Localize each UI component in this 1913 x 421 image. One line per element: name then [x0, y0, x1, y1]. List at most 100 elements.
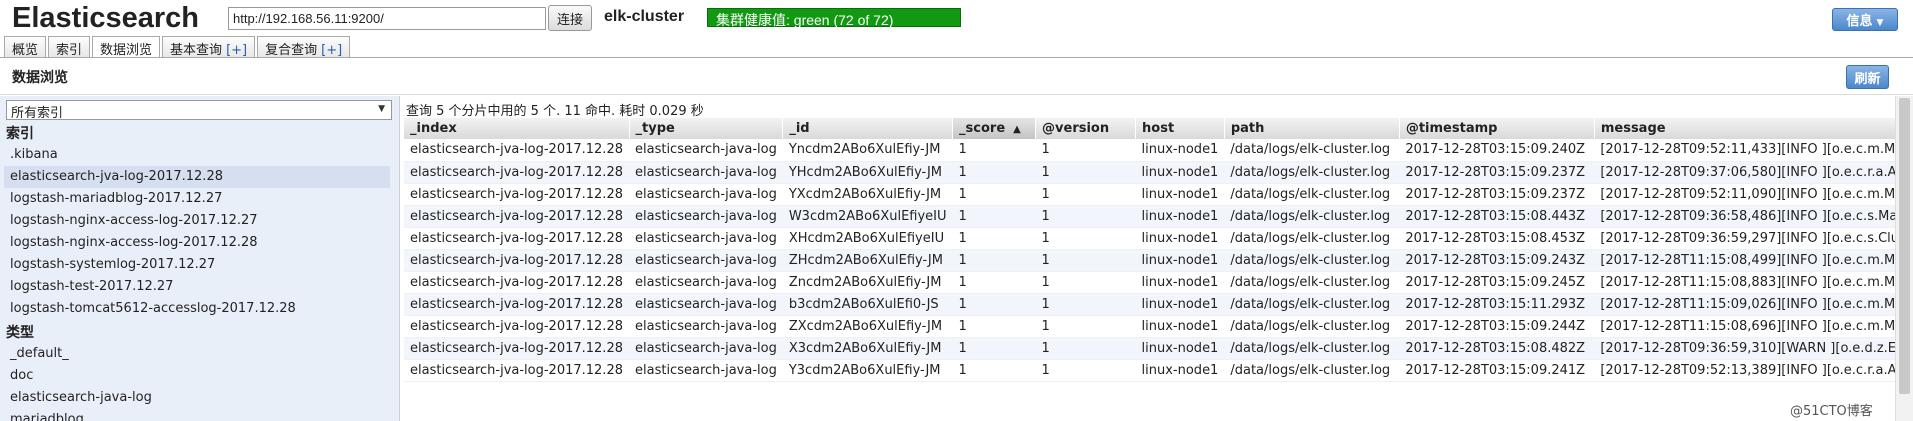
- table-row[interactable]: elasticsearch-jva-log-2017.12.28 elastics…: [404, 227, 1908, 250]
- sidebar-item-index[interactable]: logstash-nginx-access-log-2017.12.27: [4, 210, 390, 232]
- cell-index: elasticsearch-jva-log-2017.12.28: [404, 337, 629, 360]
- cell-path: /data/logs/elk-cluster.log: [1224, 337, 1400, 360]
- info-button-label: 信息: [1846, 14, 1873, 29]
- table-row[interactable]: elasticsearch-jva-log-2017.12.28 elastics…: [404, 337, 1908, 360]
- cell-message: [2017-12-28T11:15:08,499][INFO ][o.e.c.m…: [1594, 249, 1908, 272]
- add-query-tab-link[interactable]: [+]: [321, 43, 342, 58]
- cell-path: /data/logs/elk-cluster.log: [1224, 271, 1400, 294]
- cell-id: ZXcdm2ABo6XulEfiy-JM: [782, 315, 953, 338]
- cell-index: elasticsearch-jva-log-2017.12.28: [404, 183, 629, 206]
- cell-message: [2017-12-28T11:15:08,696][INFO ][o.e.c.m…: [1594, 315, 1908, 338]
- column-header-host[interactable]: host: [1135, 118, 1225, 139]
- cell-path: /data/logs/elk-cluster.log: [1224, 359, 1400, 382]
- cell-score: 1: [952, 161, 1036, 184]
- table-row[interactable]: elasticsearch-jva-log-2017.12.28 elastics…: [404, 293, 1908, 316]
- sidebar-item-index[interactable]: logstash-systemlog-2017.12.27: [4, 254, 390, 276]
- cell-version: 1: [1035, 337, 1136, 360]
- types-heading: 类型: [6, 325, 34, 341]
- cell-type: elasticsearch-java-log: [629, 205, 783, 228]
- scrollbar-thumb[interactable]: [1899, 98, 1910, 394]
- cell-timestamp: 2017-12-28T03:15:11.293Z: [1399, 293, 1595, 316]
- refresh-button[interactable]: 刷新: [1846, 65, 1889, 89]
- cell-timestamp: 2017-12-28T03:15:09.243Z: [1399, 249, 1595, 272]
- column-header-timestamp[interactable]: @timestamp: [1399, 118, 1595, 139]
- column-header-type[interactable]: _type: [629, 118, 784, 139]
- column-header-path[interactable]: path: [1224, 118, 1400, 139]
- cell-path: /data/logs/elk-cluster.log: [1224, 139, 1400, 162]
- cell-message: [2017-12-28T09:37:06,580][INFO ][o.e.c.r…: [1594, 161, 1908, 184]
- tab-compound-query[interactable]: 复合查询 [+]: [257, 36, 351, 58]
- table-row[interactable]: elasticsearch-jva-log-2017.12.28 elastics…: [404, 161, 1908, 184]
- cell-id: YXcdm2ABo6XulEfiy-JM: [782, 183, 953, 206]
- info-dropdown-button[interactable]: 信息 ▼: [1832, 8, 1898, 31]
- cell-message: [2017-12-28T09:36:59,310][WARN ][o.e.d.z…: [1594, 337, 1908, 360]
- cell-version: 1: [1035, 183, 1136, 206]
- cell-path: /data/logs/elk-cluster.log: [1224, 293, 1400, 316]
- sidebar-item-index[interactable]: logstash-tomcat5612-accesslog-2017.12.28: [4, 298, 390, 320]
- cell-host: linux-node1: [1135, 293, 1225, 316]
- sidebar-item-type[interactable]: mariadblog: [4, 409, 390, 421]
- sidebar-item-type[interactable]: _default_: [4, 343, 390, 365]
- sidebar-item-index[interactable]: logstash-nginx-access-log-2017.12.28: [4, 232, 390, 254]
- table-row[interactable]: elasticsearch-jva-log-2017.12.28 elastics…: [404, 315, 1908, 338]
- cell-timestamp: 2017-12-28T03:15:08.453Z: [1399, 227, 1595, 250]
- cell-type: elasticsearch-java-log: [629, 139, 783, 162]
- sidebar-item-index[interactable]: .kibana: [4, 144, 390, 166]
- table-row[interactable]: elasticsearch-jva-log-2017.12.28 elastics…: [404, 271, 1908, 294]
- index-select[interactable]: 所有索引 ▼: [6, 100, 392, 121]
- cluster-url-input[interactable]: [228, 7, 546, 30]
- tab-browser[interactable]: 数据浏览: [92, 36, 161, 59]
- tab-label: 数据浏览: [100, 43, 153, 58]
- sidebar-item-index[interactable]: logstash-test-2017.12.27: [4, 276, 390, 298]
- cell-host: linux-node1: [1135, 315, 1225, 338]
- column-header-score[interactable]: _score ▲: [952, 118, 1037, 139]
- cell-id: X3cdm2ABo6XulEfiy-JM: [782, 337, 953, 360]
- page-title: 数据浏览: [12, 70, 68, 86]
- cell-score: 1: [952, 293, 1036, 316]
- cell-type: elasticsearch-java-log: [629, 359, 783, 382]
- cell-version: 1: [1035, 249, 1136, 272]
- indices-list: .kibana elasticsearch-jva-log-2017.12.28…: [4, 144, 390, 320]
- cell-version: 1: [1035, 161, 1136, 184]
- sidebar-item-index[interactable]: logstash-mariadblog-2017.12.27: [4, 188, 390, 210]
- cell-score: 1: [952, 271, 1036, 294]
- cell-index: elasticsearch-jva-log-2017.12.28: [404, 271, 629, 294]
- column-header-index[interactable]: _index: [404, 118, 630, 139]
- cell-type: elasticsearch-java-log: [629, 271, 783, 294]
- tab-overview[interactable]: 概览: [4, 36, 47, 58]
- cell-version: 1: [1035, 139, 1136, 162]
- cell-timestamp: 2017-12-28T03:15:09.237Z: [1399, 183, 1595, 206]
- table-row[interactable]: elasticsearch-jva-log-2017.12.28 elastics…: [404, 205, 1908, 228]
- cell-version: 1: [1035, 315, 1136, 338]
- column-header-version[interactable]: @version: [1035, 118, 1137, 139]
- cell-id: Y3cdm2ABo6XulEfiy-JM: [782, 359, 953, 382]
- cell-timestamp: 2017-12-28T03:15:08.443Z: [1399, 205, 1595, 228]
- cell-host: linux-node1: [1135, 249, 1225, 272]
- vertical-scrollbar[interactable]: [1895, 96, 1913, 421]
- table-row[interactable]: elasticsearch-jva-log-2017.12.28 elastics…: [404, 249, 1908, 272]
- table-header-row: _index _type _id _score ▲ @version host p…: [404, 118, 1908, 139]
- app-logo: Elasticsearch: [12, 2, 200, 34]
- cell-index: elasticsearch-jva-log-2017.12.28: [404, 293, 629, 316]
- sidebar-item-index[interactable]: elasticsearch-jva-log-2017.12.28: [4, 166, 390, 188]
- tab-basic-query[interactable]: 基本查询 [+]: [162, 36, 256, 58]
- cell-timestamp: 2017-12-28T03:15:09.245Z: [1399, 271, 1595, 294]
- column-header-id[interactable]: _id: [782, 118, 954, 139]
- cell-host: linux-node1: [1135, 271, 1225, 294]
- sidebar-item-type[interactable]: elasticsearch-java-log: [4, 387, 390, 409]
- sidebar-item-type[interactable]: doc: [4, 365, 390, 387]
- sidebar: 所有索引 ▼ 索引 .kibana elasticsearch-jva-log-…: [0, 96, 400, 421]
- column-header-message[interactable]: message: [1594, 118, 1908, 139]
- table-row[interactable]: elasticsearch-jva-log-2017.12.28 elastics…: [404, 359, 1908, 382]
- cell-path: /data/logs/elk-cluster.log: [1224, 315, 1400, 338]
- add-query-tab-link[interactable]: [+]: [226, 43, 247, 58]
- table-row[interactable]: elasticsearch-jva-log-2017.12.28 elastics…: [404, 139, 1908, 162]
- table-row[interactable]: elasticsearch-jva-log-2017.12.28 elastics…: [404, 183, 1908, 206]
- connect-button[interactable]: 连接: [548, 5, 592, 31]
- tab-indices[interactable]: 索引: [48, 36, 91, 58]
- cell-index: elasticsearch-jva-log-2017.12.28: [404, 359, 629, 382]
- cell-index: elasticsearch-jva-log-2017.12.28: [404, 227, 629, 250]
- cell-index: elasticsearch-jva-log-2017.12.28: [404, 315, 629, 338]
- cell-type: elasticsearch-java-log: [629, 183, 783, 206]
- cell-host: linux-node1: [1135, 227, 1225, 250]
